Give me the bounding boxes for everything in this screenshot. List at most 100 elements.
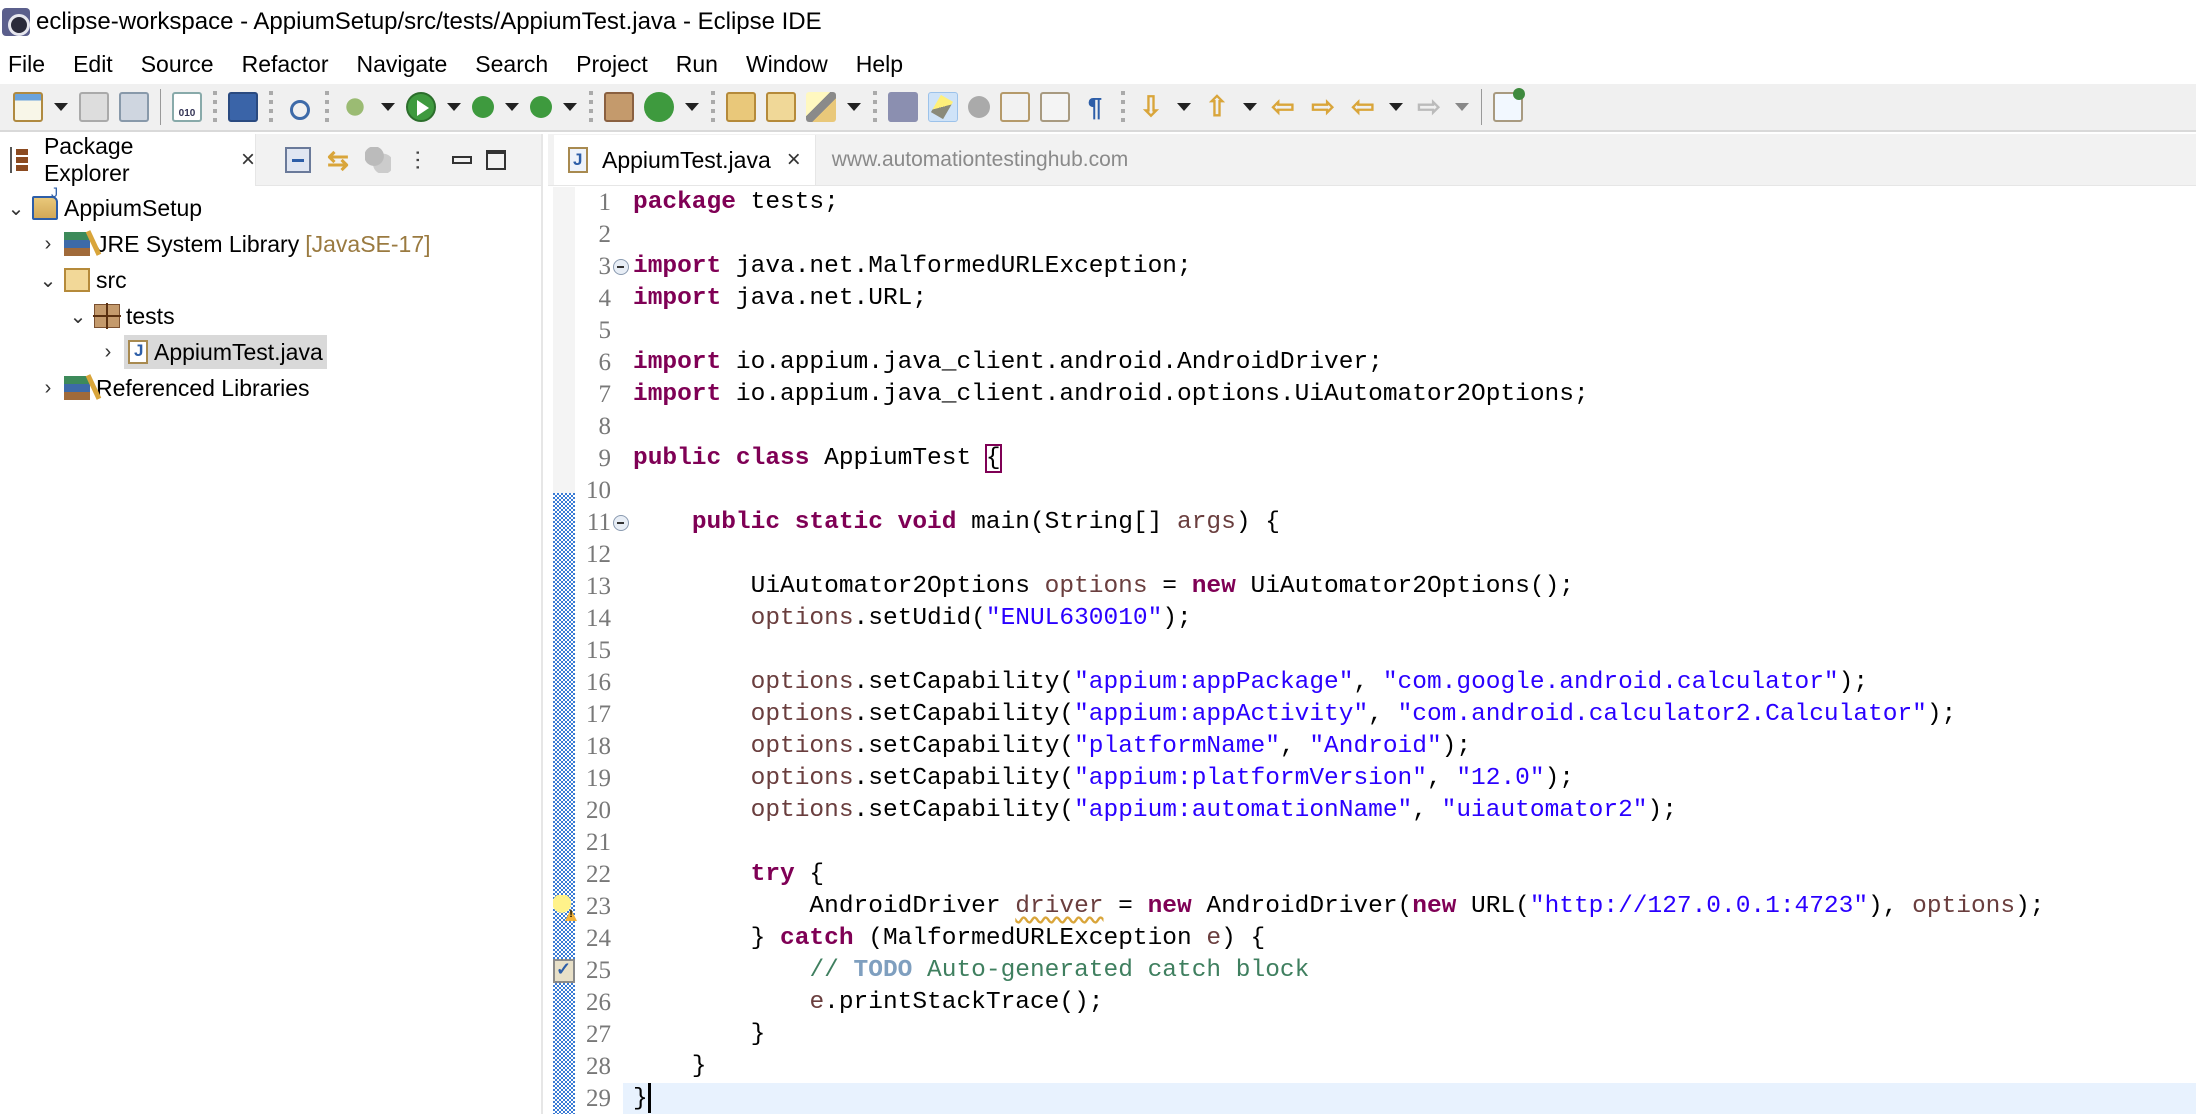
code-line[interactable]: options.setUdid("ENUL630010"); <box>633 603 2196 635</box>
code-line[interactable]: options.setCapability("appium:appPackage… <box>633 667 2196 699</box>
code-line[interactable]: AndroidDriver driver = new AndroidDriver… <box>633 891 2196 923</box>
open-console-icon[interactable] <box>228 92 258 122</box>
toggle-breadcrumb-icon[interactable] <box>968 96 990 118</box>
expand-chevron-icon[interactable]: ⌄ <box>68 304 88 329</box>
editor-tab-appiumtest[interactable]: AppiumTest.java × <box>554 135 816 185</box>
next-annotation-dropdown[interactable] <box>1177 103 1191 111</box>
open-binary-icon[interactable]: 010 <box>172 92 202 122</box>
open-resource-icon[interactable] <box>766 92 796 122</box>
collapse-chevron-icon[interactable]: › <box>38 377 58 400</box>
code-line[interactable]: options.setCapability("appium:appActivit… <box>633 699 2196 731</box>
view-menu-icon[interactable]: ⋯ <box>405 147 431 173</box>
menu-help[interactable]: Help <box>856 51 903 78</box>
source-code[interactable]: package tests; import java.net.Malformed… <box>623 187 2196 1114</box>
tree-item-tests[interactable]: ⌄ tests <box>0 298 541 334</box>
debug-dropdown[interactable] <box>381 103 395 111</box>
coverage-icon[interactable] <box>472 96 494 118</box>
code-line[interactable]: } <box>623 1083 2196 1114</box>
code-area[interactable]: 1234567891011121314151617181920212223242… <box>548 187 2196 1114</box>
code-line[interactable] <box>633 315 2196 347</box>
package-explorer-tab[interactable]: Package Explorer × <box>0 133 256 186</box>
save-all-icon[interactable] <box>119 92 149 122</box>
save-icon[interactable] <box>79 92 109 122</box>
forward-dropdown[interactable] <box>1455 103 1469 111</box>
fold-collapse-icon[interactable] <box>613 515 629 531</box>
skip-breakpoints-icon[interactable] <box>284 92 314 122</box>
debug-icon[interactable] <box>340 92 370 122</box>
menu-run[interactable]: Run <box>676 51 718 78</box>
selected-item[interactable]: AppiumTest.java <box>124 335 327 369</box>
vertical-ruler[interactable] <box>553 187 575 1114</box>
code-line[interactable]: package tests; <box>633 187 2196 219</box>
warning-quickfix-icon[interactable] <box>553 895 575 919</box>
coverage-dropdown[interactable] <box>505 103 519 111</box>
toggle-word-wrap-icon[interactable] <box>1040 92 1070 122</box>
code-line[interactable]: options.setCapability("platformName", "A… <box>633 731 2196 763</box>
run-dropdown[interactable] <box>447 103 461 111</box>
collapse-chevron-icon[interactable]: › <box>38 233 58 256</box>
collapse-all-icon[interactable] <box>285 146 311 173</box>
back-dropdown[interactable] <box>1389 103 1403 111</box>
search-icon[interactable] <box>806 92 836 122</box>
open-task-icon[interactable] <box>888 92 918 122</box>
tree-item-appiumsetup[interactable]: ⌄ AppiumSetup <box>0 184 541 226</box>
code-line[interactable] <box>633 475 2196 507</box>
open-type-icon[interactable] <box>726 92 756 122</box>
tree-item-jre-system-library[interactable]: › JRE System Library [JavaSE-17] <box>0 226 541 262</box>
new-class-dropdown[interactable] <box>685 103 699 111</box>
code-line[interactable]: UiAutomator2Options options = new UiAuto… <box>633 571 2196 603</box>
new-package-icon[interactable] <box>604 92 634 122</box>
expand-chevron-icon[interactable]: ⌄ <box>38 268 58 293</box>
minimize-icon[interactable] <box>452 155 472 164</box>
code-line[interactable]: import java.net.URL; <box>633 283 2196 315</box>
forward-icon[interactable]: ⇨ <box>1414 92 1444 122</box>
back-icon[interactable]: ⇦ <box>1348 92 1378 122</box>
code-line[interactable]: options.setCapability("appium:automation… <box>633 795 2196 827</box>
menu-file[interactable]: File <box>8 51 45 78</box>
previous-annotation-dropdown[interactable] <box>1243 103 1257 111</box>
expand-chevron-icon[interactable]: ⌄ <box>6 196 26 221</box>
code-line[interactable] <box>633 219 2196 251</box>
code-line[interactable]: import io.appium.java_client.android.And… <box>633 347 2196 379</box>
menu-window[interactable]: Window <box>746 51 828 78</box>
forward-edit-icon[interactable]: ⇨ <box>1308 92 1338 122</box>
toggle-mark-occurrences-icon[interactable] <box>928 92 958 122</box>
search-dropdown[interactable] <box>847 103 861 111</box>
code-line[interactable] <box>633 411 2196 443</box>
tree-item-appiumtest-java[interactable]: › AppiumTest.java <box>0 334 541 370</box>
code-line[interactable]: import io.appium.java_client.android.opt… <box>633 379 2196 411</box>
show-whitespace-icon[interactable]: ¶ <box>1080 92 1110 122</box>
code-line[interactable]: e.printStackTrace(); <box>633 987 2196 1019</box>
filters-icon[interactable] <box>365 146 391 173</box>
new-class-icon[interactable] <box>644 92 674 122</box>
last-edit-location-icon[interactable]: ⇦ <box>1268 92 1298 122</box>
code-line[interactable]: public class AppiumTest { <box>633 443 2196 475</box>
code-line[interactable]: } <box>633 1019 2196 1051</box>
tree-item-referenced-libraries[interactable]: › Referenced Libraries <box>0 370 541 406</box>
menu-source[interactable]: Source <box>141 51 214 78</box>
menu-project[interactable]: Project <box>576 51 648 78</box>
external-tools-dropdown[interactable] <box>563 103 577 111</box>
previous-annotation-icon[interactable]: ⇧ <box>1202 92 1232 122</box>
code-line[interactable]: // TODO Auto-generated catch block <box>633 955 2196 987</box>
fold-collapse-icon[interactable] <box>613 259 629 275</box>
code-line[interactable]: } <box>633 1051 2196 1083</box>
menu-navigate[interactable]: Navigate <box>357 51 448 78</box>
maximize-icon[interactable] <box>486 149 506 170</box>
next-annotation-icon[interactable]: ⇩ <box>1136 92 1166 122</box>
collapse-chevron-icon[interactable]: › <box>98 341 118 364</box>
run-icon[interactable] <box>406 92 436 122</box>
code-line[interactable]: try { <box>633 859 2196 891</box>
code-line[interactable]: public static void main(String[] args) { <box>633 507 2196 539</box>
close-icon[interactable]: × <box>241 147 255 172</box>
code-line[interactable]: import java.net.MalformedURLException; <box>633 251 2196 283</box>
link-with-editor-icon[interactable]: ⇆ <box>325 147 351 173</box>
code-line[interactable] <box>633 635 2196 667</box>
menu-edit[interactable]: Edit <box>73 51 113 78</box>
code-line[interactable] <box>633 827 2196 859</box>
code-line[interactable]: options.setCapability("appium:platformVe… <box>633 763 2196 795</box>
tree-item-src[interactable]: ⌄ src <box>0 262 541 298</box>
pin-editor-icon[interactable] <box>1493 88 1525 122</box>
code-line[interactable] <box>633 539 2196 571</box>
close-tab-icon[interactable]: × <box>787 148 801 172</box>
